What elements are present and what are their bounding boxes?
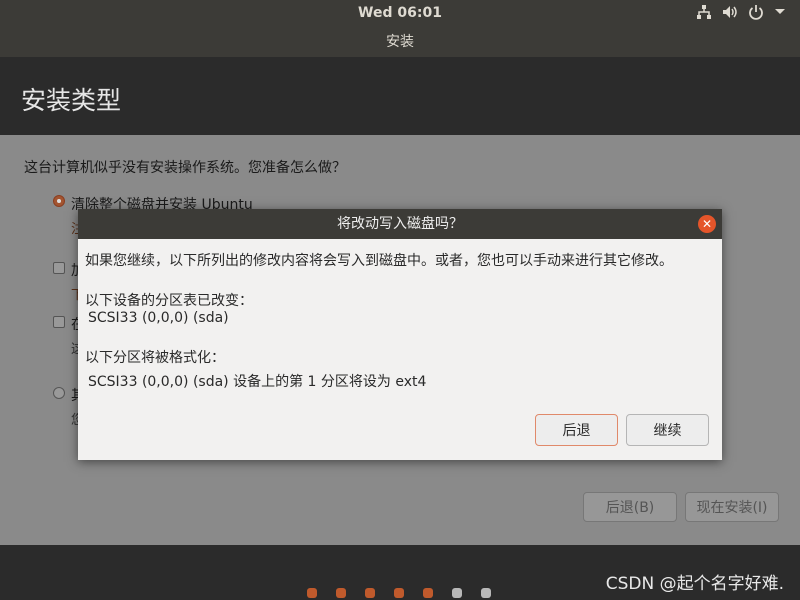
progress-dot [394, 588, 404, 598]
install-now-button[interactable]: 现在安装(I) [685, 492, 779, 522]
network-icon[interactable] [696, 4, 712, 20]
progress-dot [423, 588, 433, 598]
something-else-radio[interactable] [53, 387, 65, 399]
continue-button[interactable]: 继续 [626, 414, 709, 446]
partition-device: SCSI33 (0,0,0) (sda) [88, 310, 229, 326]
dialog-title: 将改动写入磁盘吗？ [78, 209, 722, 239]
clock[interactable]: Wed 06:01 [0, 5, 800, 21]
power-icon[interactable] [748, 4, 764, 20]
page-header: 安装类型 [0, 57, 800, 135]
dialog-back-button[interactable]: 后退 [535, 414, 618, 446]
top-bar: Wed 06:01 [0, 0, 800, 27]
partition-heading: 以下设备的分区表已改变： [85, 293, 253, 309]
format-detail: SCSI33 (0,0,0) (sda) 设备上的第 1 分区将设为 ext4 [88, 374, 427, 390]
encrypt-checkbox[interactable] [53, 262, 65, 274]
back-button[interactable]: 后退(B) [583, 492, 677, 522]
progress-dot [452, 588, 462, 598]
close-icon[interactable]: ✕ [698, 215, 716, 233]
progress-dots [307, 588, 491, 598]
volume-icon[interactable] [722, 4, 738, 20]
erase-disk-radio[interactable] [53, 195, 65, 207]
progress-dot [336, 588, 346, 598]
system-tray [696, 4, 786, 20]
watermark: CSDN @起个名字好难. [605, 574, 784, 594]
progress-dot [307, 588, 317, 598]
question-text: 这台计算机似乎没有安装操作系统。您准备怎么做？ [24, 160, 346, 176]
confirm-dialog: 将改动写入磁盘吗？ ✕ 如果您继续，以下所列出的修改内容将会写入到磁盘中。或者，… [78, 209, 722, 460]
format-heading: 以下分区将被格式化： [85, 350, 225, 366]
chevron-down-icon[interactable] [774, 6, 786, 18]
progress-dot [481, 588, 491, 598]
window-title: 安装 [0, 27, 800, 57]
dialog-message: 如果您继续，以下所列出的修改内容将会写入到磁盘中。或者，您也可以手动来进行其它修… [85, 253, 673, 269]
progress-dot [365, 588, 375, 598]
page-title: 安装类型 [21, 86, 122, 115]
lvm-checkbox[interactable] [53, 316, 65, 328]
